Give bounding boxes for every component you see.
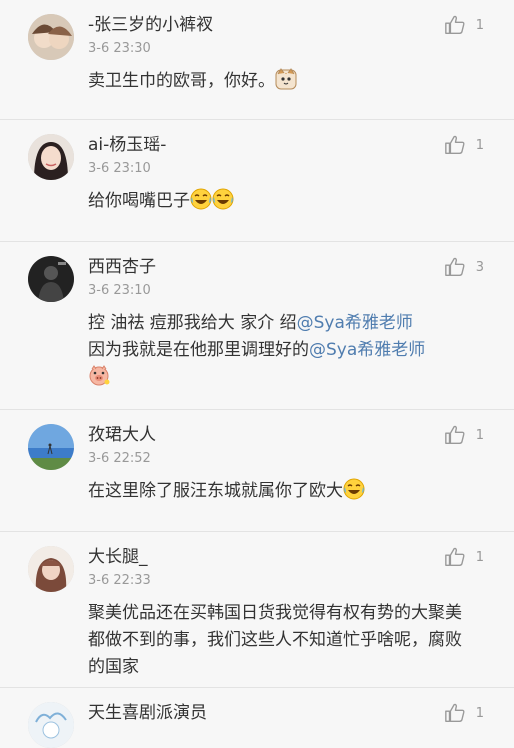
comment-item: ai-杨玉瑶- 3-6 23:10 给你喝嘴巴子 1	[0, 120, 514, 242]
commenter-name[interactable]: 天生喜剧派演员	[88, 702, 500, 724]
thumbs-up-icon	[444, 135, 465, 154]
commenter-name[interactable]: 孜珺大人	[88, 424, 500, 446]
avatar[interactable]	[28, 702, 74, 748]
like-button[interactable]: 1	[444, 702, 484, 724]
pig-emoji	[88, 364, 110, 386]
thumbs-up-icon	[444, 425, 465, 444]
commenter-name[interactable]: 西西杏子	[88, 256, 500, 278]
like-count: 3	[475, 259, 484, 275]
comment-text-body: 给你喝嘴巴子	[88, 191, 190, 211]
avatar[interactable]	[28, 424, 74, 470]
laugh-cry-emoji	[343, 478, 365, 500]
laugh-cry-emoji	[190, 188, 212, 210]
comment-time: 3-6 23:10	[88, 283, 151, 298]
thumbs-up-icon	[444, 547, 465, 566]
comment-time: 3-6 23:10	[88, 161, 151, 176]
comment-time: 3-6 23:30	[88, 41, 151, 56]
comment-item: 天生喜剧派演员 1	[0, 688, 514, 748]
like-button[interactable]: 3	[444, 256, 484, 278]
comment-item: 大长腿_ 3-6 22:33 聚美优品还在买韩国日货我觉得有权有势的大聚美都做不…	[0, 532, 514, 688]
comment-time: 3-6 22:33	[88, 573, 151, 588]
comment-text-part: 控 油祛 痘那我给大 家介 绍	[88, 313, 297, 333]
like-count: 1	[475, 17, 484, 33]
comment-text-body: 卖卫生巾的欧哥，你好。	[88, 71, 275, 91]
like-count: 1	[475, 427, 484, 443]
thumbs-up-icon	[444, 15, 465, 34]
comment-item: 西西杏子 3-6 23:10 控 油祛 痘那我给大 家介 绍@Sya希雅老师 因…	[0, 242, 514, 410]
like-count: 1	[475, 549, 484, 565]
comment-text-part: 因为我就是在他那里调理好的	[88, 340, 309, 360]
comment-item: -张三岁的小裤衩 3-6 23:30 卖卫生巾的欧哥，你好。 1	[0, 0, 514, 120]
like-button[interactable]: 1	[444, 424, 484, 446]
mention-link[interactable]: @Sya希雅老师	[297, 313, 413, 333]
mention-link[interactable]: @Sya希雅老师	[309, 340, 425, 360]
laugh-cry-emoji	[212, 188, 234, 210]
comment-text: 在这里除了服汪东城就属你了欧大	[88, 478, 500, 505]
cat-emoji	[275, 68, 297, 90]
avatar[interactable]	[28, 14, 74, 60]
comment-text-body: 在这里除了服汪东城就属你了欧大	[88, 481, 343, 501]
commenter-name[interactable]: -张三岁的小裤衩	[88, 14, 500, 36]
thumbs-up-icon	[444, 703, 465, 722]
like-count: 1	[475, 705, 484, 721]
like-button[interactable]: 1	[444, 134, 484, 156]
avatar[interactable]	[28, 134, 74, 180]
comment-time: 3-6 22:52	[88, 451, 151, 466]
comment-list: -张三岁的小裤衩 3-6 23:30 卖卫生巾的欧哥，你好。 1 ai-杨玉瑶-…	[0, 0, 514, 748]
like-button[interactable]: 1	[444, 14, 484, 36]
avatar[interactable]	[28, 546, 74, 592]
comment-text: 卖卫生巾的欧哥，你好。	[88, 68, 500, 95]
commenter-name[interactable]: ai-杨玉瑶-	[88, 134, 500, 156]
comment-item: 孜珺大人 3-6 22:52 在这里除了服汪东城就属你了欧大 1	[0, 410, 514, 532]
commenter-name[interactable]: 大长腿_	[88, 546, 500, 568]
avatar[interactable]	[28, 256, 74, 302]
comment-text: 聚美优品还在买韩国日货我觉得有权有势的大聚美都做不到的事，我们这些人不知道忙乎啥…	[88, 603, 462, 677]
like-count: 1	[475, 137, 484, 153]
like-button[interactable]: 1	[444, 546, 484, 568]
comment-text: 给你喝嘴巴子	[88, 188, 500, 215]
comment-text: 控 油祛 痘那我给大 家介 绍@Sya希雅老师 因为我就是在他那里调理好的@Sy…	[88, 310, 500, 391]
thumbs-up-icon	[444, 257, 465, 276]
